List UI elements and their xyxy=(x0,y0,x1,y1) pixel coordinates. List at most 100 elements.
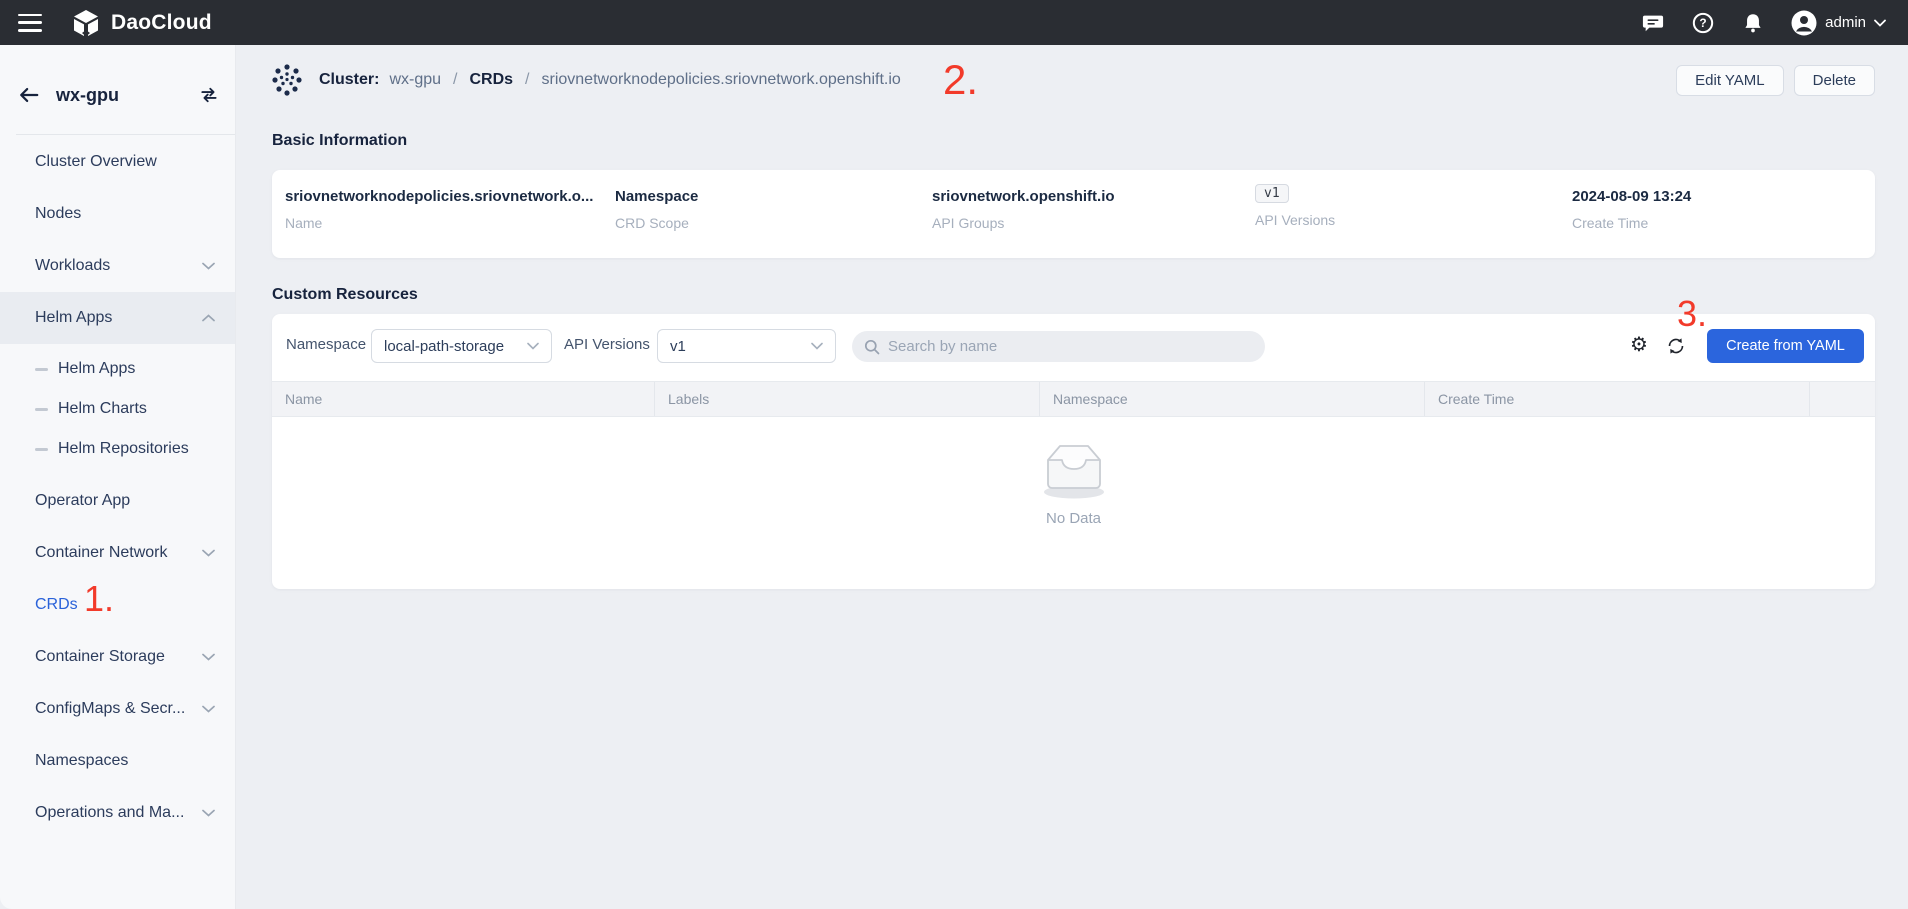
topbar: DaoCloud ? xyxy=(0,0,1908,45)
hamburger-menu-icon[interactable] xyxy=(18,14,42,32)
no-data-text: No Data xyxy=(1046,510,1101,527)
delete-button[interactable]: Delete xyxy=(1794,65,1875,96)
breadcrumb-separator: / xyxy=(451,71,459,89)
field-crd-scope: Namespace CRD Scope xyxy=(615,188,698,231)
field-label: Name xyxy=(285,215,593,231)
user-name: admin xyxy=(1825,14,1866,31)
settings-gear-icon[interactable]: ⚙ xyxy=(1628,333,1650,355)
table-header: Name Labels Namespace Create Time xyxy=(272,381,1875,417)
sidebar-item-label: Cluster Overview xyxy=(35,153,157,171)
sidebar-item-label: Nodes xyxy=(35,205,81,223)
custom-resources-card: Namespace local-path-storage API Version… xyxy=(272,314,1875,589)
sidebar-item-nodes[interactable]: Nodes xyxy=(0,188,235,240)
column-header-spacer xyxy=(1809,382,1875,416)
field-label: API Groups xyxy=(932,215,1115,231)
chevron-down-icon xyxy=(202,705,215,713)
sidebar-item-namespaces[interactable]: Namespaces xyxy=(0,735,235,787)
chevron-down-icon xyxy=(527,342,539,350)
refresh-icon[interactable] xyxy=(1665,335,1687,357)
api-versions-select[interactable]: v1 xyxy=(657,329,836,363)
header-actions: Edit YAML Delete xyxy=(1676,65,1875,96)
sidebar-item-container-network[interactable]: Container Network xyxy=(0,527,235,579)
brand-name: DaoCloud xyxy=(111,11,212,35)
field-create-time: 2024-08-09 13:24 Create Time xyxy=(1572,188,1691,231)
main-content: Cluster: wx-gpu / CRDs / sriovnetworknod… xyxy=(237,45,1908,909)
column-header-create-time[interactable]: Create Time xyxy=(1424,382,1809,416)
sidebar-item-helm-apps-group[interactable]: Helm Apps xyxy=(0,292,235,344)
chevron-down-icon xyxy=(202,653,215,661)
namespace-select[interactable]: local-path-storage xyxy=(371,329,552,363)
back-arrow-icon[interactable] xyxy=(18,85,40,105)
sidebar-header: wx-gpu xyxy=(0,73,235,117)
user-menu[interactable]: admin xyxy=(1791,10,1886,36)
chevron-down-icon xyxy=(811,342,823,350)
cluster-dots-icon xyxy=(272,63,302,97)
column-header-labels[interactable]: Labels xyxy=(654,382,1039,416)
sidebar-subitem-helm-charts[interactable]: Helm Charts xyxy=(0,389,235,429)
dash-icon xyxy=(35,368,48,371)
breadcrumb-cluster-value[interactable]: wx-gpu xyxy=(389,71,441,89)
help-icon[interactable]: ? xyxy=(1691,11,1715,35)
sidebar-item-operations-management[interactable]: Operations and Ma... xyxy=(0,787,235,839)
page: DaoCloud ? xyxy=(0,0,1908,909)
create-from-yaml-button[interactable]: Create from YAML xyxy=(1707,329,1864,363)
field-value: sriovnetworknodepolicies.sriovnetwork.o.… xyxy=(285,188,593,205)
chevron-down-icon xyxy=(202,809,215,817)
search-input[interactable] xyxy=(888,338,1253,355)
sidebar-item-label: Helm Apps xyxy=(35,309,112,327)
basic-information-card: sriovnetworknodepolicies.sriovnetwork.o.… xyxy=(272,170,1875,258)
sidebar-nav: Cluster Overview Nodes Workloads Helm Ap… xyxy=(0,136,235,839)
search-box xyxy=(852,331,1265,362)
daocloud-logo-icon xyxy=(70,7,102,39)
notifications-bell-icon[interactable] xyxy=(1741,11,1765,35)
dash-icon xyxy=(35,448,48,451)
field-name: sriovnetworknodepolicies.sriovnetwork.o.… xyxy=(285,188,593,231)
custom-resources-toolbar: Namespace local-path-storage API Version… xyxy=(272,329,1875,363)
sidebar-item-configmaps-secrets[interactable]: ConfigMaps & Secr... xyxy=(0,683,235,735)
sidebar-item-label: ConfigMaps & Secr... xyxy=(35,700,185,718)
breadcrumb-cluster-label: Cluster: xyxy=(319,71,379,89)
namespace-select-value: local-path-storage xyxy=(384,338,504,355)
sidebar-subitem-helm-repositories[interactable]: Helm Repositories xyxy=(0,429,235,469)
breadcrumb-separator: / xyxy=(523,71,531,89)
cluster-name: wx-gpu xyxy=(56,85,119,106)
switch-cluster-icon[interactable] xyxy=(199,86,219,104)
breadcrumb: Cluster: wx-gpu / CRDs / sriovnetworknod… xyxy=(272,63,901,97)
field-value: sriovnetwork.openshift.io xyxy=(932,188,1115,205)
empty-state: No Data xyxy=(272,434,1875,527)
namespace-filter-label: Namespace xyxy=(286,336,366,353)
sidebar-item-label: Container Storage xyxy=(35,648,165,666)
avatar-icon xyxy=(1791,10,1817,36)
sidebar-item-workloads[interactable]: Workloads xyxy=(0,240,235,292)
helm-apps-subgroup: Helm Apps Helm Charts Helm Repositories xyxy=(0,349,235,469)
sidebar-subitem-helm-apps[interactable]: Helm Apps xyxy=(0,349,235,389)
api-version-badge: v1 xyxy=(1255,184,1289,203)
chat-icon[interactable] xyxy=(1641,11,1665,35)
edit-yaml-button[interactable]: Edit YAML xyxy=(1676,65,1783,96)
sidebar-item-crds[interactable]: CRDs xyxy=(0,579,235,631)
sidebar-item-container-storage[interactable]: Container Storage xyxy=(0,631,235,683)
sidebar-item-label: Container Network xyxy=(35,544,168,562)
chevron-down-icon xyxy=(202,549,215,557)
sidebar-divider xyxy=(16,134,235,135)
chevron-down-icon xyxy=(202,262,215,270)
svg-text:?: ? xyxy=(1700,16,1707,30)
field-label: API Versions xyxy=(1255,212,1335,228)
no-data-icon xyxy=(1036,434,1112,502)
api-versions-filter-label: API Versions xyxy=(564,336,650,353)
custom-resources-title: Custom Resources xyxy=(272,286,1875,304)
sidebar-item-label: Helm Charts xyxy=(58,400,147,418)
brand: DaoCloud xyxy=(70,7,212,39)
breadcrumb-section[interactable]: CRDs xyxy=(469,71,513,89)
column-header-namespace[interactable]: Namespace xyxy=(1039,382,1424,416)
field-api-groups: sriovnetwork.openshift.io API Groups xyxy=(932,188,1115,231)
sidebar: wx-gpu Cluster Overview Nodes Workloads xyxy=(0,45,236,909)
field-label: CRD Scope xyxy=(615,215,698,231)
page-header: Cluster: wx-gpu / CRDs / sriovnetworknod… xyxy=(272,58,1875,102)
sidebar-item-label: Operations and Ma... xyxy=(35,804,184,822)
column-header-name[interactable]: Name xyxy=(272,382,654,416)
sidebar-item-operator-app[interactable]: Operator App xyxy=(0,475,235,527)
search-icon xyxy=(864,339,880,355)
sidebar-item-cluster-overview[interactable]: Cluster Overview xyxy=(0,136,235,188)
sidebar-item-label: Namespaces xyxy=(35,752,128,770)
